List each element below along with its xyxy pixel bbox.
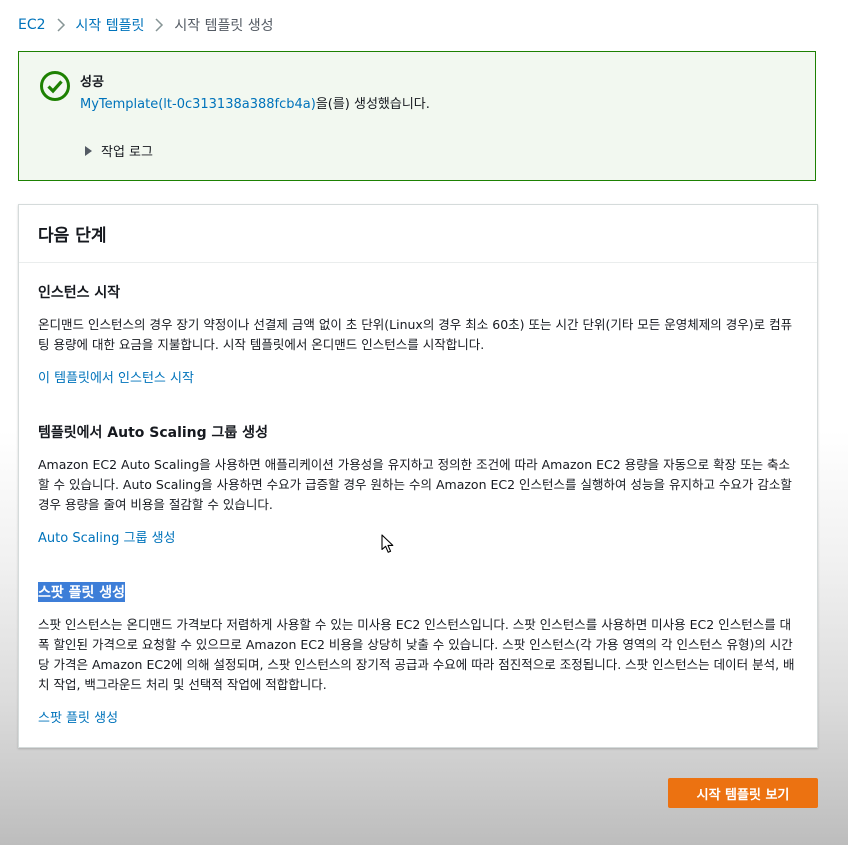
breadcrumb-item-launch-templates[interactable]: 시작 템플릿 (76, 15, 145, 35)
view-launch-templates-button[interactable]: 시작 템플릿 보기 (668, 778, 818, 808)
check-circle-icon (39, 70, 71, 102)
section-title: 템플릿에서 Auto Scaling 그룹 생성 (38, 425, 268, 441)
success-flash: 성공 MyTemplate(lt-0c313138a388fcb4a)을(를) … (18, 51, 816, 181)
flash-title: 성공 (80, 75, 104, 90)
breadcrumb-item-ec2[interactable]: EC2 (18, 17, 46, 33)
create-auto-scaling-group-link[interactable]: Auto Scaling 그룹 생성 (38, 527, 176, 546)
task-log-label: 작업 로그 (101, 145, 153, 160)
spot-fleet-section: 스팟 플릿 생성 스팟 인스턴스는 온디맨드 가격보다 저렴하게 사용할 수 있… (38, 582, 800, 726)
chevron-right-icon (154, 18, 164, 32)
template-link[interactable]: MyTemplate(lt-0c313138a388fcb4a) (80, 97, 316, 112)
launch-instance-section: 인스턴스 시작 온디맨드 인스턴스의 경우 장기 약정이나 선결제 금액 없이 … (38, 282, 800, 386)
flash-message-suffix: 을(를) 생성했습니다. (315, 97, 430, 112)
mouse-pointer-icon (381, 534, 395, 554)
breadcrumb: EC2 시작 템플릿 시작 템플릿 생성 (18, 14, 273, 36)
auto-scaling-section: 템플릿에서 Auto Scaling 그룹 생성 Amazon EC2 Auto… (38, 422, 800, 546)
flash-message: MyTemplate(lt-0c313138a388fcb4a)을(를) 생성했… (80, 93, 430, 112)
next-steps-panel: 다음 단계 인스턴스 시작 온디맨드 인스턴스의 경우 장기 약정이나 선결제 … (18, 204, 818, 748)
section-description: 스팟 인스턴스는 온디맨드 가격보다 저렴하게 사용할 수 있는 미사용 EC2… (38, 617, 795, 692)
create-spot-fleet-link[interactable]: 스팟 플릿 생성 (38, 707, 118, 726)
next-steps-title: 다음 단계 (38, 226, 107, 246)
section-title: 인스턴스 시작 (38, 285, 121, 301)
chevron-right-icon (56, 18, 66, 32)
launch-instance-link[interactable]: 이 템플릿에서 인스턴스 시작 (38, 367, 194, 386)
section-description: Amazon EC2 Auto Scaling을 사용하면 애플리케이션 가용성… (38, 457, 792, 512)
task-log-toggle[interactable]: 작업 로그 (85, 141, 153, 160)
next-steps-header: 다음 단계 (19, 205, 817, 263)
breadcrumb-item-current: 시작 템플릿 생성 (174, 18, 274, 34)
section-title: 스팟 플릿 생성 (38, 582, 126, 602)
caret-right-icon (85, 145, 92, 156)
section-description: 온디맨드 인스턴스의 경우 장기 약정이나 선결제 금액 없이 초 단위(Lin… (38, 317, 793, 352)
